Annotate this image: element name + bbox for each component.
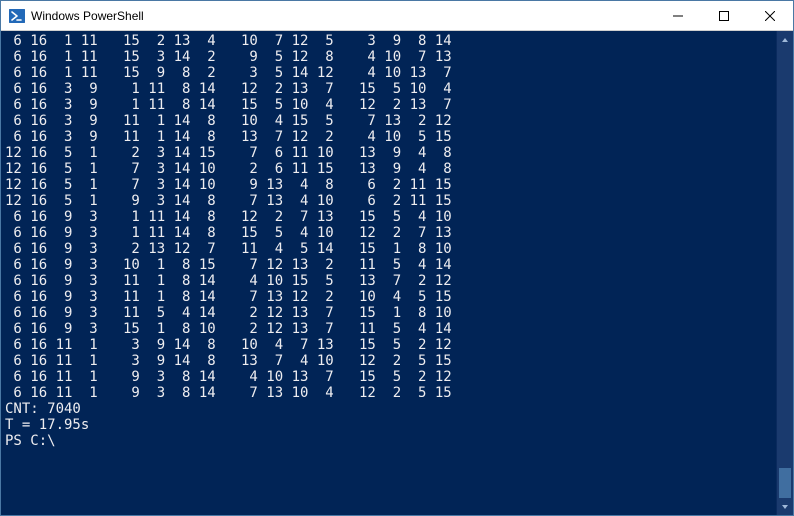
console-line: 6 16 11 1 9 3 8 14 7 13 10 4 12 2 5 15 (5, 385, 776, 401)
console-line: 12 16 5 1 7 3 14 10 2 6 11 15 13 9 4 8 (5, 161, 776, 177)
console-line: 6 16 9 3 1 11 14 8 15 5 4 10 12 2 7 13 (5, 225, 776, 241)
console-line: 6 16 3 9 11 1 14 8 10 4 15 5 7 13 2 12 (5, 113, 776, 129)
powershell-icon (9, 8, 25, 24)
console-line: 6 16 1 11 15 2 13 4 10 7 12 5 3 9 8 14 (5, 33, 776, 49)
console-output[interactable]: 6 16 1 11 15 2 13 4 10 7 12 5 3 9 8 14 6… (1, 31, 776, 515)
window-title: Windows PowerShell (31, 9, 144, 23)
console-line: 6 16 11 1 3 9 14 8 13 7 4 10 12 2 5 15 (5, 353, 776, 369)
console-line: CNT: 7040 (5, 401, 776, 417)
scroll-thumb[interactable] (779, 468, 791, 498)
app-window: Windows PowerShell 6 16 1 11 15 2 13 4 1… (0, 0, 794, 516)
console-line: 6 16 1 11 15 3 14 2 9 5 12 8 4 10 7 13 (5, 49, 776, 65)
console-line: 6 16 9 3 11 1 8 14 4 10 15 5 13 7 2 12 (5, 273, 776, 289)
console-line: 6 16 11 1 3 9 14 8 10 4 7 13 15 5 2 12 (5, 337, 776, 353)
vertical-scrollbar[interactable] (776, 31, 793, 515)
console-line: 6 16 9 3 2 13 12 7 11 4 5 14 15 1 8 10 (5, 241, 776, 257)
console-line: 6 16 9 3 1 11 14 8 12 2 7 13 15 5 4 10 (5, 209, 776, 225)
minimize-button[interactable] (655, 1, 701, 31)
console-line: 12 16 5 1 9 3 14 8 7 13 4 10 6 2 11 15 (5, 193, 776, 209)
console-line: 6 16 3 9 11 1 14 8 13 7 12 2 4 10 5 15 (5, 129, 776, 145)
scroll-down-arrow[interactable] (777, 498, 793, 515)
close-button[interactable] (747, 1, 793, 31)
console-line: 6 16 11 1 9 3 8 14 4 10 13 7 15 5 2 12 (5, 369, 776, 385)
console-line: 6 16 3 9 1 11 8 14 12 2 13 7 15 5 10 4 (5, 81, 776, 97)
console-line: 6 16 3 9 1 11 8 14 15 5 10 4 12 2 13 7 (5, 97, 776, 113)
console-line: 6 16 1 11 15 9 8 2 3 5 14 12 4 10 13 7 (5, 65, 776, 81)
console-line: 12 16 5 1 2 3 14 15 7 6 11 10 13 9 4 8 (5, 145, 776, 161)
maximize-button[interactable] (701, 1, 747, 31)
console-line: 6 16 9 3 10 1 8 15 7 12 13 2 11 5 4 14 (5, 257, 776, 273)
console-line: 12 16 5 1 7 3 14 10 9 13 4 8 6 2 11 15 (5, 177, 776, 193)
console-line: T = 17.95s (5, 417, 776, 433)
console-line: 6 16 9 3 11 1 8 14 7 13 12 2 10 4 5 15 (5, 289, 776, 305)
console-line: PS C:\ (5, 433, 776, 449)
client-area: 6 16 1 11 15 2 13 4 10 7 12 5 3 9 8 14 6… (1, 31, 793, 515)
titlebar[interactable]: Windows PowerShell (1, 1, 793, 31)
console-line: 6 16 9 3 11 5 4 14 2 12 13 7 15 1 8 10 (5, 305, 776, 321)
scroll-up-arrow[interactable] (777, 31, 793, 48)
console-line: 6 16 9 3 15 1 8 10 2 12 13 7 11 5 4 14 (5, 321, 776, 337)
